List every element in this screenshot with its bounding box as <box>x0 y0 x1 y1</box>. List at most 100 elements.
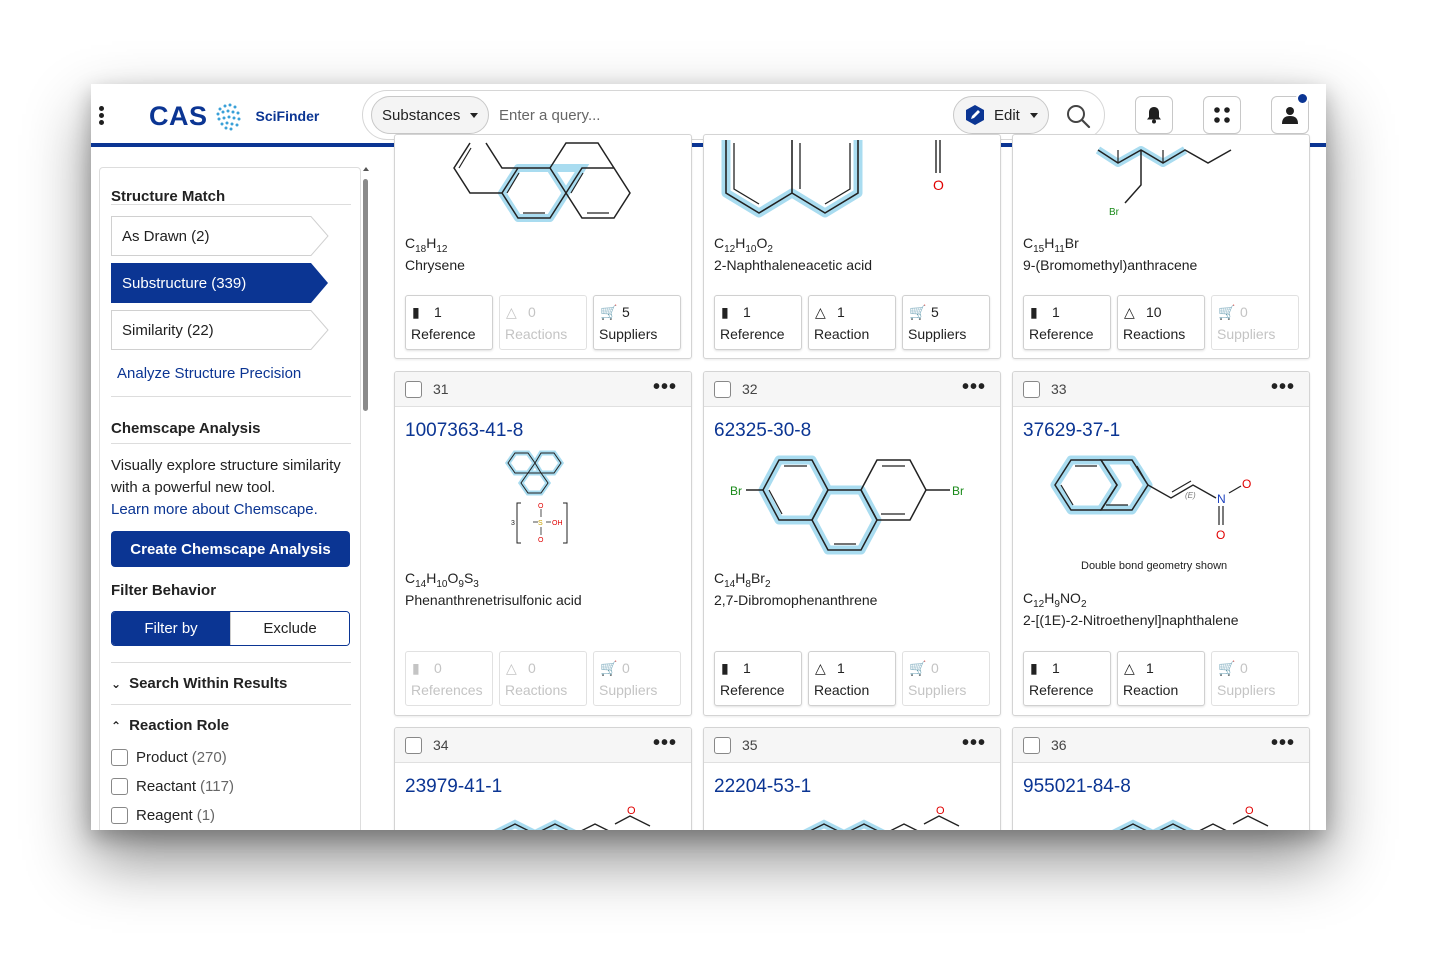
suppliers-button[interactable]: 🛒 5 Suppliers <box>593 295 681 350</box>
structure-image[interactable]: S OH O O 3 <box>395 448 692 563</box>
structure-image[interactable]: Br <box>1013 135 1310 225</box>
structure-match-similarity[interactable]: Similarity (22) <box>111 310 329 350</box>
reaction-role-toggle[interactable]: ⌃ Reaction Role <box>111 717 229 734</box>
checkbox[interactable] <box>111 778 128 795</box>
atom-label-bromine: Br <box>952 484 964 498</box>
suppliers-button[interactable]: 🛒 5 Suppliers <box>902 295 990 350</box>
reactions-button[interactable]: △ 10 Reactions <box>1117 295 1205 350</box>
suppliers-button[interactable]: 🛒 0 Suppliers <box>902 651 990 706</box>
structure-image[interactable]: O <box>704 135 1001 225</box>
molecular-formula: C14H10O9S3 <box>405 570 479 590</box>
book-icon: ▮ <box>1030 304 1038 320</box>
select-checkbox[interactable] <box>714 381 731 398</box>
select-checkbox[interactable] <box>714 737 731 754</box>
result-card: 36 ••• 955021-84-8 O <box>1012 727 1310 830</box>
suppliers-button[interactable]: 🛒 0 Suppliers <box>593 651 681 706</box>
atom-label-bromine: Br <box>1109 207 1120 218</box>
select-checkbox[interactable] <box>405 737 422 754</box>
reactions-button[interactable]: △ 1 Reaction <box>1117 651 1205 706</box>
hexagon-pencil-icon <box>966 105 984 125</box>
more-options-icon[interactable]: ••• <box>962 376 986 399</box>
more-options-icon[interactable]: ••• <box>653 376 677 399</box>
more-options-icon[interactable]: ••• <box>1271 732 1295 755</box>
select-checkbox[interactable] <box>1023 737 1040 754</box>
suppliers-button[interactable]: 🛒 0 Suppliers <box>1211 295 1299 350</box>
filter-behavior-toggle: Filter by Exclude <box>111 611 350 646</box>
reactions-button[interactable]: △ 0 Reactions <box>499 651 587 706</box>
scroll-up-arrow-icon[interactable] <box>363 167 369 171</box>
edit-structure-button[interactable]: Edit <box>953 96 1049 134</box>
references-button[interactable]: ▮ 1 Reference <box>1023 295 1111 350</box>
reaction-role-label: Reaction Role <box>129 717 230 734</box>
cas-registry-number-link[interactable]: 62325-30-8 <box>714 420 811 442</box>
card-header: 33 ••• <box>1013 372 1309 407</box>
scroll-thumb[interactable] <box>363 179 368 411</box>
chemscape-description: Visually explore structure similarity wi… <box>111 457 341 496</box>
substance-name: 9-(Bromomethyl)anthracene <box>1023 257 1198 273</box>
query-input[interactable] <box>499 100 939 130</box>
cas-registry-number-link[interactable]: 955021-84-8 <box>1023 776 1131 798</box>
bell-icon <box>1147 107 1161 124</box>
cart-icon: 🛒 <box>600 304 618 320</box>
cas-registry-number-link[interactable]: 37629-37-1 <box>1023 420 1120 442</box>
sidebar-scrollbar[interactable] <box>363 167 369 830</box>
create-chemscape-button[interactable]: Create Chemscape Analysis <box>111 531 350 567</box>
checkbox[interactable] <box>111 749 128 766</box>
exclude-option[interactable]: Exclude <box>230 612 349 645</box>
references-button[interactable]: ▮ 0 References <box>405 651 493 706</box>
result-number: 33 <box>1051 381 1067 397</box>
filter-by-option[interactable]: Filter by <box>112 612 230 645</box>
reaction-role-item-count: (1) <box>196 807 216 824</box>
book-icon: ▮ <box>412 304 420 320</box>
references-button[interactable]: ▮ 1 Reference <box>1023 651 1111 706</box>
flask-icon: △ <box>815 660 826 676</box>
structure-image[interactable] <box>395 135 692 225</box>
cas-registry-number-link[interactable]: 1007363-41-8 <box>405 420 523 442</box>
cas-registry-number-link[interactable]: 22204-53-1 <box>714 776 811 798</box>
reaction-role-reactant[interactable]: Reactant (117) <box>111 778 234 795</box>
structure-image[interactable]: O <box>704 804 1001 830</box>
references-button[interactable]: ▮ 1 Reference <box>714 651 802 706</box>
structure-image[interactable]: Br Br <box>704 448 1001 563</box>
result-card: Br C15H11Br 9-(Bromomethyl)anthracene ▮ 1… <box>1012 134 1310 359</box>
kebab-menu-icon[interactable] <box>99 106 105 126</box>
notifications-button[interactable] <box>1135 96 1173 134</box>
cart-icon: 🛒 <box>1218 660 1236 676</box>
result-card: O C12H10O2 2-Naphthaleneacetic acid ▮ 1 Re… <box>703 134 1001 359</box>
references-button[interactable]: ▮ 1 Reference <box>405 295 493 350</box>
apps-button[interactable] <box>1203 96 1241 134</box>
more-options-icon[interactable]: ••• <box>653 732 677 755</box>
more-options-icon[interactable]: ••• <box>962 732 986 755</box>
card-header: 32 ••• <box>704 372 1000 407</box>
structure-image[interactable]: O <box>1013 804 1310 830</box>
cas-registry-number-link[interactable]: 23979-41-1 <box>405 776 502 798</box>
cart-icon: 🛒 <box>600 660 618 676</box>
filter-sidebar: Structure Match As Drawn (2) Substructur… <box>99 167 361 830</box>
structure-match-substructure[interactable]: Substructure (339) <box>111 263 328 303</box>
suppliers-button[interactable]: 🛒 0 Suppliers <box>1211 651 1299 706</box>
result-number: 36 <box>1051 737 1067 753</box>
structure-match-title: Structure Match <box>111 188 226 205</box>
reactions-button[interactable]: △ 1 Reaction <box>808 651 896 706</box>
analyze-structure-precision-link[interactable]: Analyze Structure Precision <box>117 365 301 382</box>
book-icon: ▮ <box>1030 660 1038 676</box>
search-within-results-toggle[interactable]: ⌄ Search Within Results <box>111 675 287 692</box>
reaction-role-product[interactable]: Product (270) <box>111 749 227 766</box>
search-icon[interactable] <box>1065 103 1091 129</box>
checkbox[interactable] <box>111 807 128 824</box>
learn-chemscape-link[interactable]: Learn more about Chemscape. <box>111 501 318 518</box>
divider <box>111 204 351 205</box>
structure-image[interactable]: O <box>395 804 692 830</box>
structure-match-as-drawn[interactable]: As Drawn (2) <box>111 216 329 256</box>
book-icon: ▮ <box>721 660 729 676</box>
reactions-button[interactable]: △ 0 Reactions <box>499 295 587 350</box>
cas-scifinder-logo[interactable]: CAS SciFinder <box>149 100 319 132</box>
select-checkbox[interactable] <box>405 381 422 398</box>
more-options-icon[interactable]: ••• <box>1271 376 1295 399</box>
reactions-button[interactable]: △ 1 Reaction <box>808 295 896 350</box>
reaction-role-reagent[interactable]: Reagent (1) <box>111 807 215 824</box>
select-checkbox[interactable] <box>1023 381 1040 398</box>
structure-image[interactable]: (E) N O O <box>1013 448 1310 563</box>
search-type-dropdown[interactable]: Substances <box>371 96 489 134</box>
references-button[interactable]: ▮ 1 Reference <box>714 295 802 350</box>
